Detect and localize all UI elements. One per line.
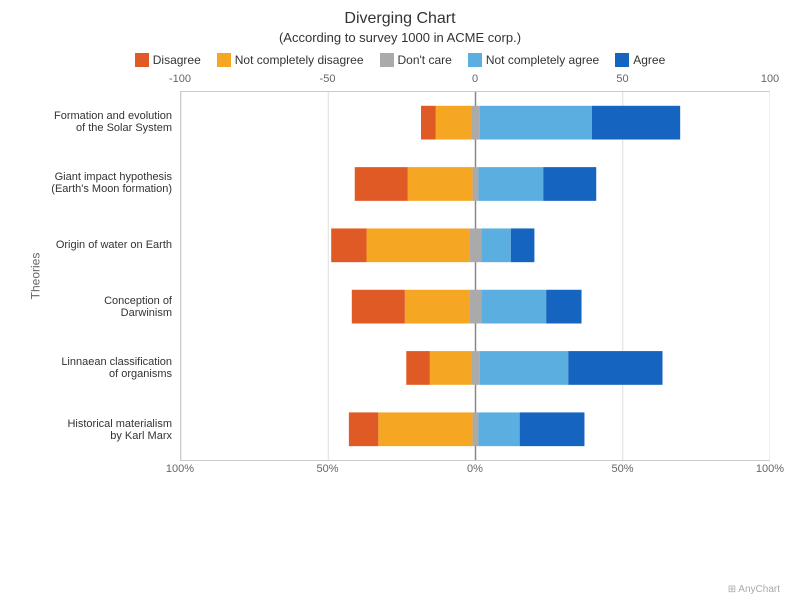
legend-item: Disagree: [135, 53, 201, 67]
legend-item: Agree: [615, 53, 665, 67]
bottom-axis-label: 0%: [467, 463, 483, 475]
legend-item-label: Disagree: [153, 53, 201, 67]
chart-title: Diverging Chart: [20, 10, 780, 28]
legend-color-box: [380, 53, 394, 67]
category-label: Formation and evolutionof the Solar Syst…: [50, 91, 180, 153]
legend-color-box: [217, 53, 231, 67]
top-axis-label: -100: [169, 73, 191, 85]
y-axis-label: Theories: [28, 253, 42, 300]
legend: Disagree Not completely disagree Don't car…: [20, 53, 780, 67]
legend-item: Not completely disagree: [217, 53, 364, 67]
category-label: Origin of water on Earth: [50, 214, 180, 276]
chart-subtitle: (According to survey 1000 in ACME corp.): [20, 30, 780, 45]
bars-svg: [181, 92, 770, 460]
legend-item: Don't care: [380, 53, 452, 67]
legend-item-label: Don't care: [398, 53, 452, 67]
top-axis-label: 100: [761, 73, 779, 85]
top-axis-label: 0: [472, 73, 478, 85]
anychart-label: ⊞ AnyChart: [728, 584, 780, 595]
legend-item-label: Agree: [633, 53, 665, 67]
category-label: Conception of Darwinism: [50, 276, 180, 338]
y-axis-label-container: Theories: [20, 91, 50, 461]
bottom-axis-label: 100%: [756, 463, 784, 475]
legend-item: Not completely agree: [468, 53, 599, 67]
legend-color-box: [135, 53, 149, 67]
bottom-axis-label: 50%: [316, 463, 338, 475]
legend-item-label: Not completely agree: [486, 53, 599, 67]
category-label: Historical materialismby Karl Marx: [50, 399, 180, 461]
legend-item-label: Not completely disagree: [235, 53, 364, 67]
top-axis-label: 50: [616, 73, 628, 85]
top-axis-label: -50: [320, 73, 336, 85]
category-label: Linnaean classificationof organisms: [50, 338, 180, 400]
categories-column: Formation and evolutionof the Solar Syst…: [50, 91, 180, 461]
chart-container: Diverging Chart (According to survey 100…: [0, 0, 800, 600]
legend-color-box: [615, 53, 629, 67]
legend-color-box: [468, 53, 482, 67]
category-label: Giant impact hypothesis(Earth's Moon for…: [50, 153, 180, 215]
bars-area: [180, 91, 770, 461]
bottom-axis-label: 100%: [166, 463, 194, 475]
bottom-axis-label: 50%: [611, 463, 633, 475]
top-axis: -100-50050100: [180, 73, 770, 91]
bottom-axis: 100%50%0%50%100%: [180, 463, 770, 483]
